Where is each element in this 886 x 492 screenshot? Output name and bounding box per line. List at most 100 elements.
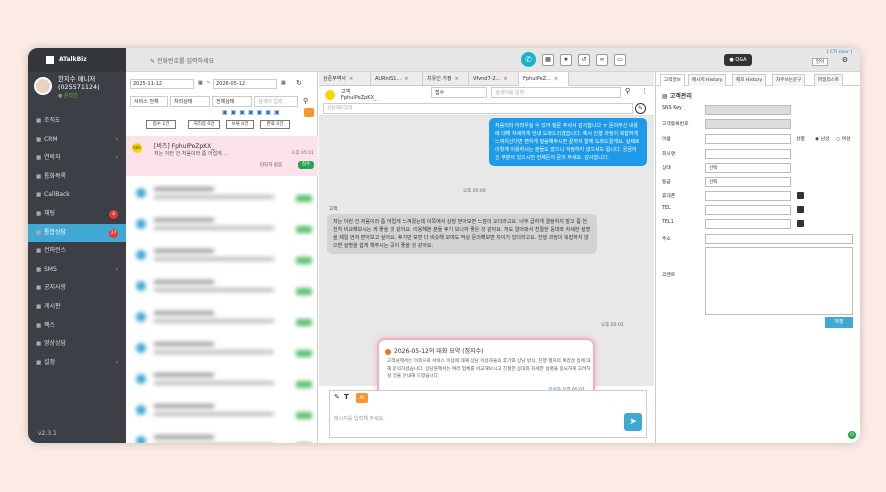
gender-female-radio[interactable]: ○ 여성: [836, 135, 851, 142]
count-done[interactable]: 완료 0건: [260, 120, 290, 129]
tel1-field[interactable]: [705, 219, 791, 229]
language-select[interactable]: 언어: [812, 58, 828, 66]
conversation-item-active[interactable]: talk [비즈] FphulPeZpKX_ 저는 이런 건 처음이라 좀 어렵…: [126, 136, 318, 176]
sidebar-item-12[interactable]: ■ 영상상담: [28, 335, 126, 354]
text-format-icon[interactable]: T: [344, 393, 349, 401]
phone-icon[interactable]: [797, 206, 804, 213]
search-icon[interactable]: ⚲: [300, 96, 312, 107]
filter-icon[interactable]: [304, 108, 314, 117]
customer-tab[interactable]: 메모 History: [732, 74, 767, 86]
customer-panel: 고객정보 메시지 History 메모 History 자주쓰는문구 파일리스트 ▤ 고…: [655, 72, 860, 443]
sidebar-item-5[interactable]: ■ 채팅 4: [28, 205, 126, 224]
calendar-icon[interactable]: ▦: [279, 79, 287, 89]
process-select[interactable]: 처리상태: [170, 96, 210, 107]
search-input[interactable]: 검색어 입력: [254, 96, 298, 107]
close-icon[interactable]: ×: [349, 76, 353, 82]
list-item[interactable]: [132, 370, 314, 392]
chat-tab[interactable]: 상준무역사 ×: [319, 72, 371, 86]
edit-icon[interactable]: ✎: [635, 103, 646, 114]
avatar[interactable]: [34, 77, 52, 95]
chat-tab[interactable]: FphulPeZ... ×: [519, 72, 569, 86]
star-button[interactable]: ★: [560, 54, 572, 66]
address-field[interactable]: [705, 234, 853, 244]
gender-male-radio[interactable]: ◉ 남성: [815, 135, 830, 142]
grade-select[interactable]: 선택: [705, 177, 791, 187]
list-item[interactable]: [132, 215, 314, 237]
sidebar-item-label: CallBack: [44, 191, 70, 199]
gear-icon[interactable]: ⚙: [842, 56, 848, 64]
date-from-input[interactable]: 2025-11-12: [130, 79, 194, 89]
count-processing[interactable]: 처리중 0건: [188, 120, 220, 129]
sidebar-item-6[interactable]: ■ 통합상담 27: [28, 223, 126, 243]
chat-search-input[interactable]: 검색어를 입력: [491, 87, 621, 98]
sidebar-item-0[interactable]: ■ 조직도: [28, 112, 126, 131]
message-input-box[interactable]: ✎ T AI 메시지를 입력해 주세요. ➤: [329, 390, 647, 438]
phone-icon[interactable]: [797, 220, 804, 227]
phone-input[interactable]: ✎ 전화번호를 입력하세요: [150, 56, 214, 65]
power-icon[interactable]: ⏻: [848, 431, 856, 439]
sidebar-item-2[interactable]: ■ 연락처 ›: [28, 149, 126, 168]
chat-tab[interactable]: AURnlS1... ×: [371, 72, 423, 86]
sidebar-item-3[interactable]: ■ 통화목록: [28, 168, 126, 187]
close-icon[interactable]: ×: [404, 76, 408, 82]
count-hold[interactable]: 보류 0건: [226, 120, 254, 129]
phone-call-button[interactable]: ✆: [521, 52, 536, 67]
profile-status[interactable]: ● 온라인: [58, 92, 78, 99]
message-agent: 처음이라 어려우실 수 있어 질문 주셔서 감사합니다 ㅠ 문의주신 내용에 대…: [489, 118, 647, 166]
customer-tab[interactable]: 자주쓰는문구: [772, 74, 806, 86]
sidebar-item-4[interactable]: ■ CallBack: [28, 186, 126, 205]
list-item[interactable]: [132, 277, 314, 299]
count-received[interactable]: 접수 1건: [146, 120, 176, 129]
qna-button[interactable]: ● Q&A: [724, 54, 752, 66]
company-field[interactable]: [705, 149, 791, 159]
mobile-field[interactable]: [705, 191, 791, 201]
customer-tab[interactable]: 메시지 History: [688, 74, 727, 86]
close-icon[interactable]: ×: [554, 76, 558, 82]
send-button[interactable]: ➤: [624, 413, 642, 431]
tel-field[interactable]: [705, 205, 791, 215]
memo-button[interactable]: ▭: [614, 54, 626, 66]
keypad-button[interactable]: ▦: [542, 54, 554, 66]
list-item[interactable]: [132, 308, 314, 330]
message-input[interactable]: 메시지를 입력해 주세요.: [334, 415, 385, 422]
sidebar-item-7[interactable]: ■ 컨퍼런스: [28, 242, 126, 261]
phone-icon[interactable]: [797, 192, 804, 199]
status-label: 상태: [662, 166, 671, 171]
comment-label: 코멘트: [662, 273, 676, 278]
list-item[interactable]: [132, 339, 314, 361]
memo-input[interactable]: 상담메모입력: [323, 103, 633, 114]
list-item[interactable]: [132, 246, 314, 268]
attach-icon[interactable]: ✎: [334, 393, 340, 401]
calendar-icon[interactable]: ▦: [196, 79, 204, 89]
chat-tab[interactable]: Vfvnd7-2... ×: [469, 72, 519, 86]
close-icon[interactable]: ×: [455, 76, 459, 82]
link-button[interactable]: ∞: [596, 54, 608, 66]
refresh-icon[interactable]: ↻: [294, 79, 304, 89]
sidebar-item-9[interactable]: ■ 공지사항: [28, 279, 126, 298]
service-select[interactable]: 서비스 전체: [130, 96, 168, 107]
list-item[interactable]: [132, 184, 314, 206]
more-icon[interactable]: ⋮: [641, 87, 648, 95]
comment-field[interactable]: [705, 247, 853, 315]
list-item[interactable]: [132, 432, 314, 443]
date-to-input[interactable]: 2026-05-12: [213, 79, 277, 89]
chat-tab[interactable]: 치유인 가정 ×: [423, 72, 469, 86]
customer-tab[interactable]: 고객정보: [660, 74, 685, 86]
status-select[interactable]: 전체상태: [212, 96, 252, 107]
close-icon[interactable]: ×: [503, 76, 507, 82]
status-select[interactable]: 선택: [705, 163, 791, 173]
transfer-button[interactable]: ↺: [578, 54, 590, 66]
name-field[interactable]: [705, 134, 791, 144]
save-button[interactable]: 저장: [825, 317, 853, 328]
sidebar-item-13[interactable]: ■ 설정 ›: [28, 354, 126, 373]
sidebar-item-10[interactable]: ■ 게시판: [28, 298, 126, 317]
status-select[interactable]: 접수: [431, 87, 487, 98]
ai-button[interactable]: AI: [356, 393, 368, 403]
list-item[interactable]: [132, 401, 314, 423]
sidebar-item-8[interactable]: ■ SMS ›: [28, 261, 126, 280]
sidebar-item-11[interactable]: ■ 팩스: [28, 317, 126, 336]
channel-filter-icons[interactable]: ▣▣▣▣▣▣▣: [222, 109, 283, 116]
search-icon[interactable]: ⚲: [625, 87, 630, 95]
sidebar-item-1[interactable]: ■ CRM ›: [28, 131, 126, 150]
customer-tab[interactable]: 파일리스트: [814, 74, 844, 86]
